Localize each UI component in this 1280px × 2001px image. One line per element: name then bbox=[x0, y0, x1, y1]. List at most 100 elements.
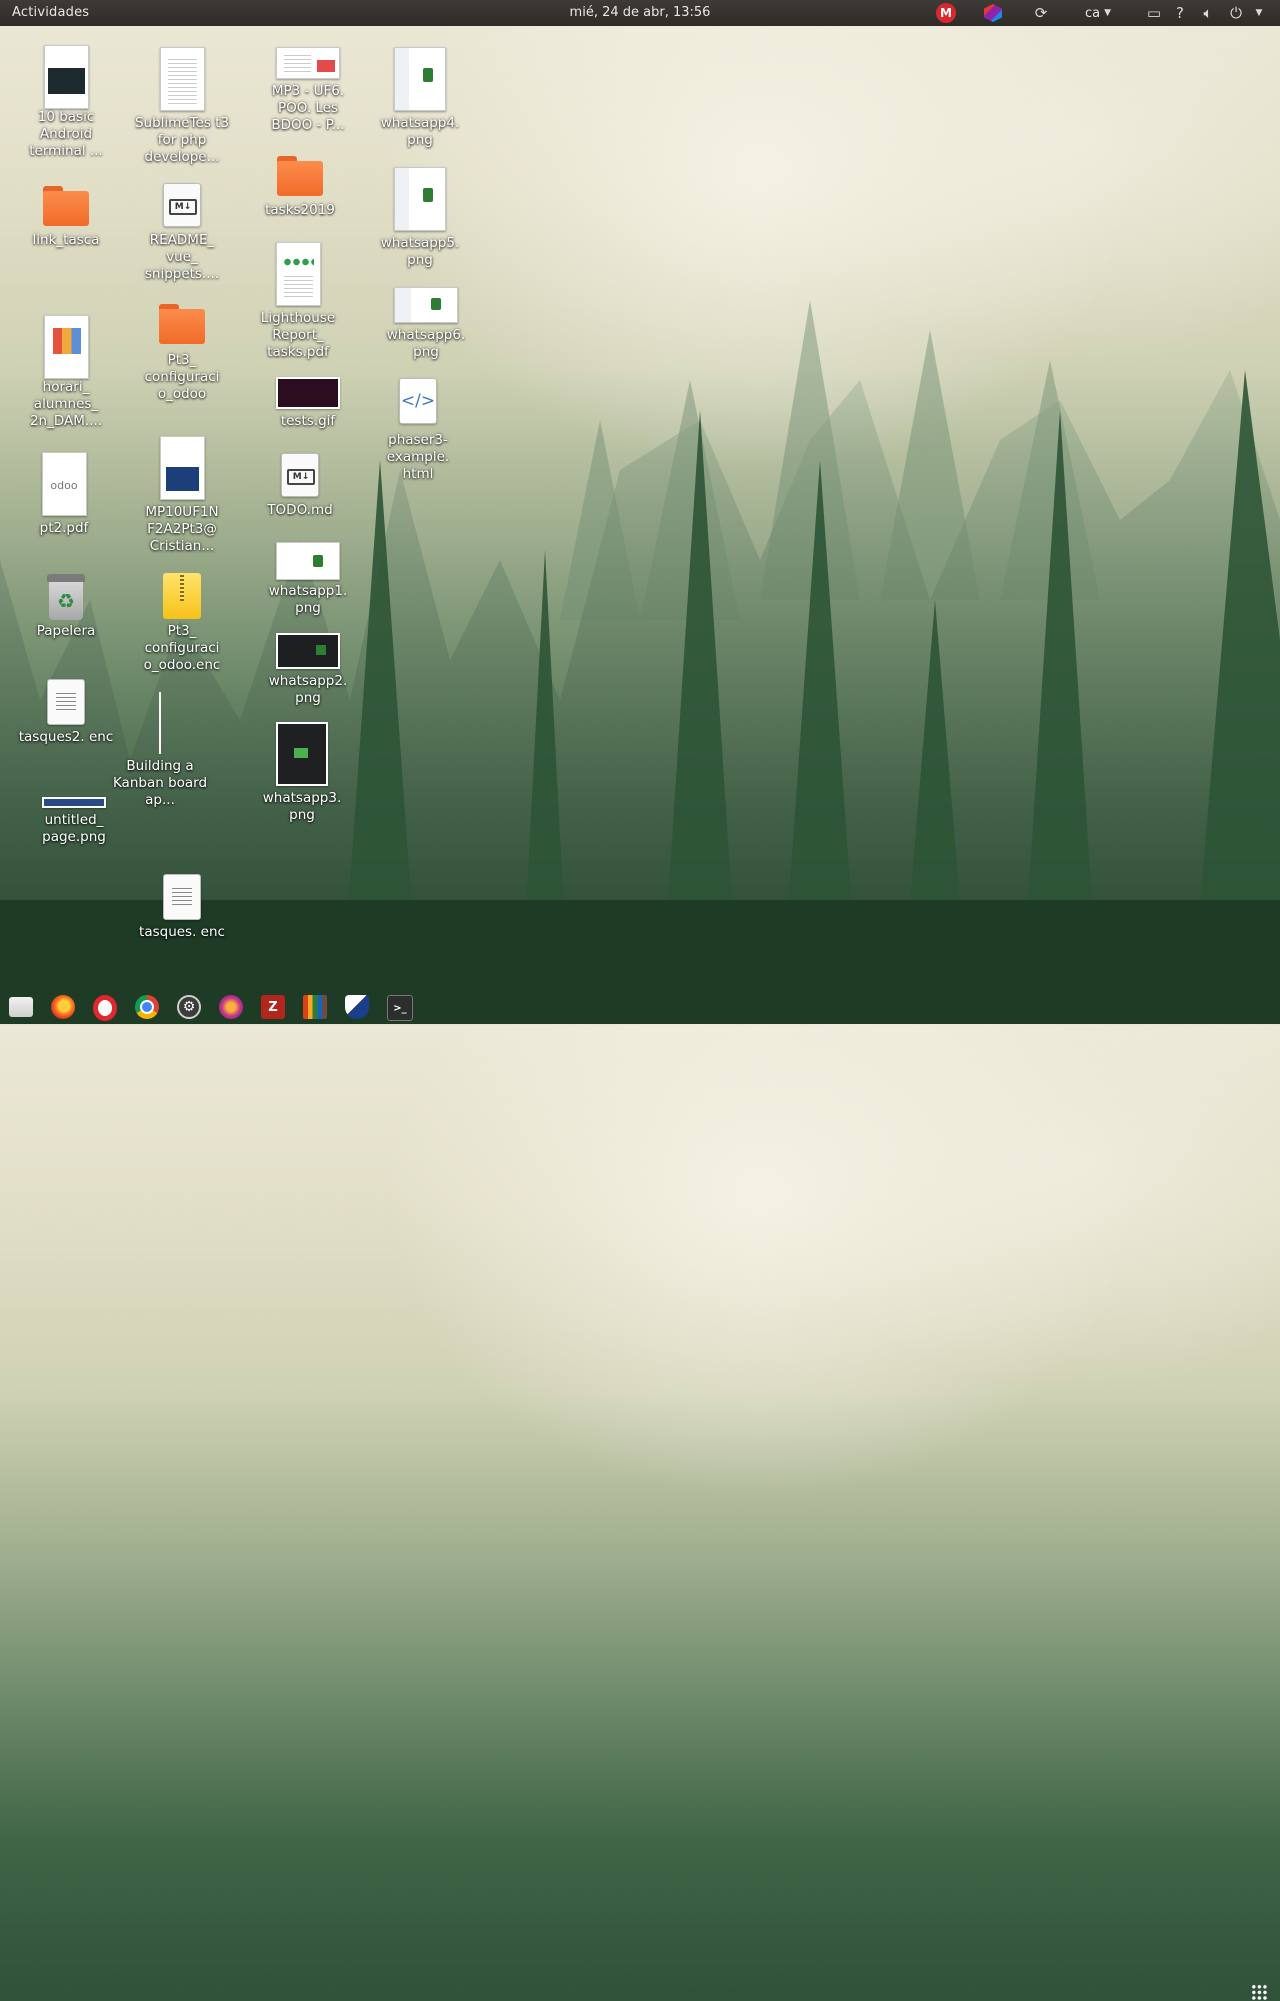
document-thumbnail-icon bbox=[159, 47, 205, 111]
taskbar: ⚙ Z >_ bbox=[0, 988, 1280, 2001]
markdown-file-icon: M↓ bbox=[163, 183, 201, 227]
desktop-icon-label: tasks2019 bbox=[265, 202, 335, 218]
desktop-icon-label: untitled_ page.png bbox=[42, 812, 106, 845]
folder-icon bbox=[277, 156, 323, 196]
desktop-icon-whatsapp6[interactable]: whatsapp6. png bbox=[378, 287, 474, 361]
refresh-icon[interactable]: ⟳ bbox=[1031, 3, 1051, 23]
chevron-down-icon: ▼ bbox=[1104, 8, 1112, 18]
desktop-icon-pt3-configuracio-odoo[interactable]: Pt3_ configuraci o_odoo bbox=[134, 304, 230, 403]
desktop-icon-todo-md[interactable]: M↓ TODO.md bbox=[252, 453, 348, 519]
desktop-icon-label: SublimeTes t3 for php develope... bbox=[134, 115, 230, 165]
desktop-icon-untitled-page[interactable]: untitled_ page.png bbox=[26, 797, 122, 846]
desktop-icon-label: tasques2. enc bbox=[18, 729, 114, 745]
library-books-icon[interactable] bbox=[303, 995, 327, 1019]
top-bar: Actividades mié, 24 de abr, 13:56 M ⟳ ca… bbox=[0, 0, 1280, 26]
desktop-icon-whatsapp2[interactable]: whatsapp2. png bbox=[260, 633, 356, 707]
desktop-icon-horari-alumnes[interactable]: horari_ alumnes_ 2n_DAM.... bbox=[18, 315, 114, 430]
image-thumbnail-icon bbox=[42, 797, 106, 808]
desktop-icon-label: horari_ alumnes_ 2n_DAM.... bbox=[29, 379, 103, 429]
filezilla-icon[interactable]: Z bbox=[261, 995, 285, 1019]
desktop-icon-label: pt2.pdf bbox=[39, 520, 89, 536]
desktop-icon-whatsapp4[interactable]: whatsapp4. png bbox=[372, 47, 468, 149]
image-thumbnail-icon bbox=[159, 692, 161, 754]
image-thumbnail-icon bbox=[394, 167, 446, 231]
desktop-icon-label: MP3 - UF6. POO. Les BDOO - P... bbox=[271, 83, 345, 133]
desktop-icon-phaser3-example[interactable]: </> phaser3- example. html bbox=[370, 378, 466, 483]
keyboard-layout-label: ca bbox=[1084, 5, 1101, 21]
pdf-thumbnail-icon bbox=[275, 242, 321, 306]
desktop-icon-pt2-pdf[interactable]: odoo pt2.pdf bbox=[16, 452, 112, 537]
firefox-icon[interactable] bbox=[51, 995, 75, 1019]
terminal-icon[interactable]: >_ bbox=[387, 995, 413, 1021]
pdf-thumbnail-icon bbox=[159, 436, 205, 500]
desktop-icon-label: Pt3_ configuraci o_odoo.enc bbox=[143, 623, 221, 673]
firefox-developer-icon[interactable] bbox=[219, 995, 243, 1019]
folder-icon bbox=[43, 186, 89, 226]
desktop-icon-lighthouse-report[interactable]: Lighthouse Report_ tasks.pdf bbox=[250, 242, 346, 361]
text-file-icon bbox=[47, 679, 85, 725]
shield-icon[interactable] bbox=[345, 995, 369, 1019]
desktop-icon-whatsapp5[interactable]: whatsapp5. png bbox=[372, 167, 468, 269]
mega-icon[interactable]: M bbox=[936, 3, 956, 23]
help-icon[interactable]: ? bbox=[1172, 3, 1188, 23]
desktop-icon-readme-vue-snippets[interactable]: M↓ README_ vue_ snippets.... bbox=[134, 183, 230, 283]
desktop-icon-label: whatsapp3. png bbox=[262, 790, 342, 823]
desktop-icon-tests-gif[interactable]: tests.gif bbox=[260, 377, 356, 430]
desktop-icon-10-basic-android[interactable]: 10 basic Android terminal ... bbox=[18, 45, 114, 160]
desktop-icon-label: whatsapp5. png bbox=[380, 235, 460, 268]
desktop-icon-label: TODO.md bbox=[267, 502, 333, 518]
desktop-icon-label: whatsapp1. png bbox=[268, 583, 348, 616]
pdf-thumbnail-icon: odoo bbox=[41, 452, 87, 516]
folder-icon bbox=[159, 304, 205, 344]
files-icon[interactable] bbox=[9, 997, 33, 1017]
document-thumbnail-icon bbox=[276, 47, 340, 79]
trash-icon: ♻ bbox=[47, 574, 85, 620]
desktop-icon-papelera[interactable]: ♻ Papelera bbox=[18, 574, 114, 640]
image-thumbnail-icon bbox=[276, 542, 340, 580]
desktop-icon-label: link_tasca bbox=[32, 232, 100, 248]
code-file-icon: </> bbox=[399, 378, 437, 424]
volume-icon[interactable]: 🔈︎ bbox=[1198, 3, 1218, 23]
settings-gear-icon[interactable]: ⚙ bbox=[177, 995, 201, 1019]
image-thumbnail-icon bbox=[276, 377, 340, 409]
keyboard-layout-selector[interactable]: ca ▼ bbox=[1080, 3, 1116, 23]
desktop-icon-label: MP10UF1N F2A2Pt3@ Cristian... bbox=[145, 504, 219, 554]
desktop-icon-whatsapp1[interactable]: whatsapp1. png bbox=[260, 542, 356, 617]
desktop-icon-link-tasca[interactable]: link_tasca bbox=[18, 186, 114, 249]
desktop-icon-label: 10 basic Android terminal ... bbox=[29, 109, 103, 159]
show-applications-grid-icon[interactable] bbox=[1251, 1984, 1268, 2001]
archive-icon bbox=[163, 573, 201, 619]
activities-button[interactable]: Actividades bbox=[12, 5, 89, 20]
desktop-icon-whatsapp3[interactable]: whatsapp3. png bbox=[254, 722, 350, 824]
desktop-icon-tasques2-enc[interactable]: tasques2. enc bbox=[18, 679, 114, 746]
desktop-icon-label: Lighthouse Report_ tasks.pdf bbox=[260, 310, 336, 360]
text-file-icon bbox=[163, 874, 201, 920]
image-thumbnail-icon bbox=[394, 47, 446, 111]
desktop-icon-building-kanban[interactable]: Building a Kanban board ap... bbox=[112, 692, 208, 809]
desktop-icon-label: README_ vue_ snippets.... bbox=[144, 232, 220, 282]
opera-icon[interactable] bbox=[93, 995, 117, 1021]
desktop-icon-tasks2019[interactable]: tasks2019 bbox=[252, 156, 348, 219]
desktop-icon-mp3-uf6[interactable]: MP3 - UF6. POO. Les BDOO - P... bbox=[260, 47, 356, 134]
image-thumbnail-icon bbox=[276, 722, 328, 786]
system-menu-arrow-icon[interactable]: ▼ bbox=[1252, 3, 1266, 23]
desktop-icon-tasques-enc[interactable]: tasques. enc bbox=[134, 874, 230, 941]
power-icon[interactable]: ⏻ bbox=[1226, 3, 1246, 23]
display-icon[interactable]: ▭ bbox=[1144, 3, 1164, 23]
chrome-icon[interactable] bbox=[135, 995, 159, 1019]
desktop-icon-label: whatsapp6. png bbox=[386, 327, 466, 360]
desktop-icon-label: Building a Kanban board ap... bbox=[112, 758, 208, 808]
desktop-icon-pt3-odoo-enc[interactable]: Pt3_ configuraci o_odoo.enc bbox=[134, 573, 230, 674]
desktop-icon-mp10uf1[interactable]: MP10UF1N F2A2Pt3@ Cristian... bbox=[134, 436, 230, 555]
image-thumbnail-icon bbox=[43, 315, 89, 379]
desktop-icon-label: Papelera bbox=[36, 623, 96, 639]
desktop-icon-label: whatsapp2. png bbox=[268, 673, 348, 706]
image-thumbnail-icon bbox=[276, 633, 340, 669]
desktop-icon-label: Pt3_ configuraci o_odoo bbox=[144, 352, 220, 402]
markdown-file-icon: M↓ bbox=[281, 453, 319, 497]
desktop-icon-sublimetext3[interactable]: SublimeTes t3 for php develope... bbox=[134, 47, 230, 166]
image-thumbnail-icon bbox=[43, 45, 89, 109]
desktop-icon-label: tests.gif bbox=[280, 413, 336, 429]
desktop-icon-label: whatsapp4. png bbox=[380, 115, 460, 148]
cube-icon[interactable] bbox=[983, 3, 1003, 23]
